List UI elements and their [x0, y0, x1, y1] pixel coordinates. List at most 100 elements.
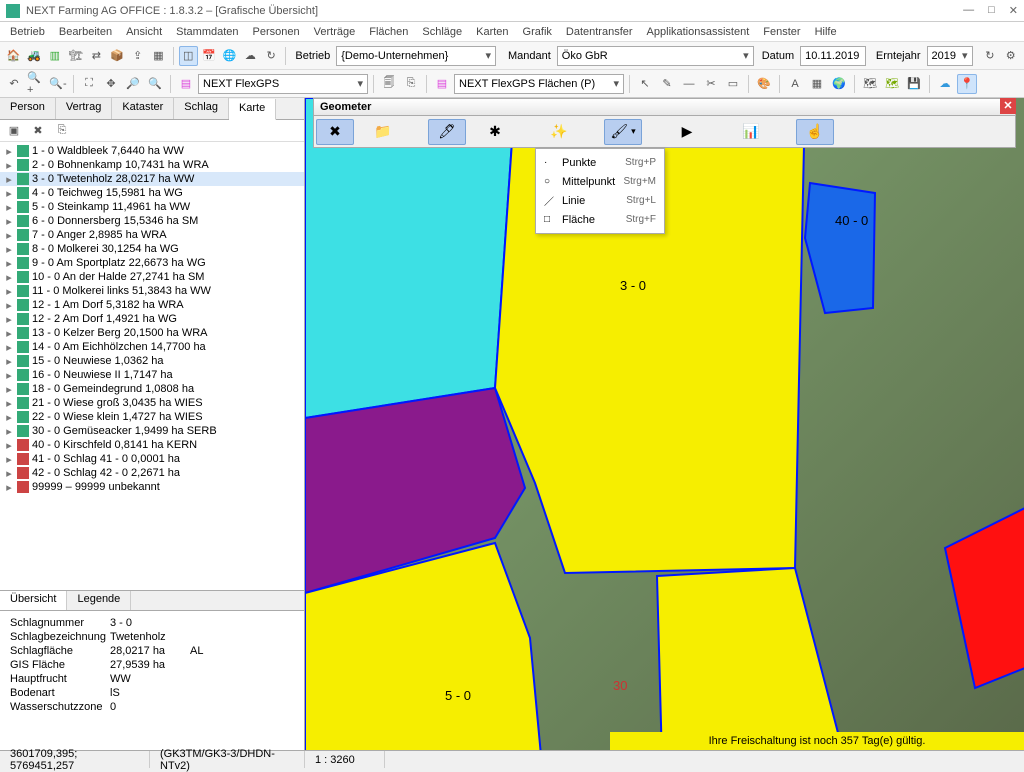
map-canvas[interactable]: 3 - 040 - 05 - 030 Ihre Freischaltung is… — [305, 98, 1024, 750]
tree-item[interactable]: ▸7 - 0 Anger 2,8985 ha WRA — [0, 228, 304, 242]
layer2-dropdown[interactable]: NEXT FlexGPS Flächen (P) — [454, 74, 624, 94]
field-red[interactable] — [945, 508, 1024, 688]
geometer-close-button[interactable]: ✕ — [1000, 98, 1016, 114]
tab-kataster[interactable]: Kataster — [112, 98, 174, 119]
tree-item[interactable]: ▸99999 – 99999 unbekannt — [0, 480, 304, 494]
map1-icon[interactable]: 🗺 — [860, 74, 880, 94]
zoomsel-icon[interactable]: 🔎 — [123, 74, 143, 94]
tree-item[interactable]: ▸30 - 0 Gemüseacker 1,9499 ha SERB — [0, 424, 304, 438]
tree-item[interactable]: ▸16 - 0 Neuwiese II 1,7147 ha — [0, 368, 304, 382]
geo-menu-linie[interactable]: ／LinieStrg+L — [536, 191, 664, 210]
map2-icon[interactable]: 🗺 — [882, 74, 902, 94]
tree-item[interactable]: ▸9 - 0 Am Sportplatz 22,6673 ha WG — [0, 256, 304, 270]
world-icon[interactable]: 🌍 — [829, 74, 849, 94]
tree-item[interactable]: ▸14 - 0 Am Eichhölzchen 14,7700 ha — [0, 340, 304, 354]
delete-icon[interactable]: ✖ — [28, 121, 48, 141]
window-close-button[interactable]: ✕ — [1009, 4, 1018, 17]
color-icon[interactable]: 🎨 — [754, 74, 774, 94]
pointer-icon[interactable]: ✎ — [657, 74, 677, 94]
window-max-button[interactable]: □ — [988, 4, 995, 17]
menu-fenster[interactable]: Fenster — [757, 24, 806, 40]
menu-bearbeiten[interactable]: Bearbeiten — [53, 24, 118, 40]
fullextent-icon[interactable]: ✥ — [101, 74, 121, 94]
window-min-button[interactable]: — — [963, 4, 974, 17]
menu-ansicht[interactable]: Ansicht — [120, 24, 168, 40]
menu-datentransfer[interactable]: Datentransfer — [560, 24, 639, 40]
geo-tool-play[interactable]: ▶ — [668, 119, 706, 145]
box-icon[interactable]: 📦 — [108, 46, 127, 66]
field-tree[interactable]: ▸1 - 0 Waldbleek 7,6440 ha WW▸2 - 0 Bohn… — [0, 142, 304, 590]
menu-betrieb[interactable]: Betrieb — [4, 24, 51, 40]
menu-karten[interactable]: Karten — [470, 24, 514, 40]
legend-tab-übersicht[interactable]: Übersicht — [0, 591, 67, 610]
copy-icon[interactable]: ⎘ — [52, 121, 72, 141]
sync-icon[interactable]: ↻ — [262, 46, 281, 66]
home-icon[interactable]: 🏠 — [4, 46, 23, 66]
geo-tool-folder[interactable]: 📁 — [364, 119, 402, 145]
globe-icon[interactable]: 🌐 — [220, 46, 239, 66]
tree-item[interactable]: ▸13 - 0 Kelzer Berg 20,1500 ha WRA — [0, 326, 304, 340]
geo-tool-hand[interactable]: ☝ — [796, 119, 834, 145]
menu-grafik[interactable]: Grafik — [517, 24, 558, 40]
field-yellow-3[interactable] — [657, 568, 855, 750]
field-40-0[interactable] — [805, 183, 875, 313]
save-icon[interactable]: 💾 — [904, 74, 924, 94]
tree-item[interactable]: ▸11 - 0 Molkerei links 51,3843 ha WW — [0, 284, 304, 298]
tree-item[interactable]: ▸4 - 0 Teichweg 15,5981 ha WG — [0, 186, 304, 200]
export-icon[interactable]: ⇪ — [128, 46, 147, 66]
menu-verträge[interactable]: Verträge — [308, 24, 362, 40]
tree-item[interactable]: ▸5 - 0 Steinkamp 11,4961 ha WW — [0, 200, 304, 214]
layer2-icon[interactable]: ▤ — [432, 74, 452, 94]
marker-icon[interactable]: 📍 — [957, 74, 977, 94]
menu-stammdaten[interactable]: Stammdaten — [170, 24, 244, 40]
search-icon[interactable]: 🔍 — [145, 74, 165, 94]
tree-item[interactable]: ▸21 - 0 Wiese groß 3,0435 ha WIES — [0, 396, 304, 410]
geo-tool-stats[interactable]: 📊 — [732, 119, 770, 145]
line-icon[interactable]: — — [679, 74, 699, 94]
layer-icon[interactable]: ▤ — [176, 74, 196, 94]
datum-input[interactable]: 10.11.2019 — [800, 46, 866, 66]
page-icon[interactable]: 🗐 — [379, 74, 399, 94]
tree-item[interactable]: ▸40 - 0 Kirschfeld 0,8141 ha KERN — [0, 438, 304, 452]
settings-icon[interactable]: ⚙ — [1001, 46, 1020, 66]
tree-item[interactable]: ▸1 - 0 Waldbleek 7,6440 ha WW — [0, 144, 304, 158]
menu-hilfe[interactable]: Hilfe — [809, 24, 843, 40]
field-icon[interactable]: ▥ — [45, 46, 64, 66]
calendar-icon[interactable]: 📅 — [200, 46, 219, 66]
layer1-dropdown[interactable]: NEXT FlexGPS — [198, 74, 368, 94]
undo-icon[interactable]: ↶ — [4, 74, 24, 94]
geo-menu-mittelpunkt[interactable]: ○MittelpunktStrg+M — [536, 172, 664, 191]
tree-item[interactable]: ▸10 - 0 An der Halde 27,2741 ha SM — [0, 270, 304, 284]
tree-item[interactable]: ▸2 - 0 Bohnenkamp 10,7431 ha WRA — [0, 158, 304, 172]
geo-tool-wand[interactable]: 🖊 — [428, 119, 466, 145]
silo-icon[interactable]: 🏗 — [66, 46, 85, 66]
tree-item[interactable]: ▸12 - 2 Am Dorf 1,4921 ha WG — [0, 312, 304, 326]
collapse-icon[interactable]: ▣ — [4, 121, 24, 141]
tree-item[interactable]: ▸6 - 0 Donnersberg 15,5346 ha SM — [0, 214, 304, 228]
zoomout-icon[interactable]: 🔍- — [48, 74, 68, 94]
grid-icon[interactable]: ▦ — [807, 74, 827, 94]
newpage-icon[interactable]: ⎘ — [401, 74, 421, 94]
transfer-icon[interactable]: ⇄ — [87, 46, 106, 66]
geo-menu-fläche[interactable]: □FlächeStrg+F — [536, 210, 664, 229]
tree-item[interactable]: ▸18 - 0 Gemeindegrund 1,0808 ha — [0, 382, 304, 396]
split-view-icon[interactable]: ◫ — [179, 46, 198, 66]
select-icon[interactable]: ↖ — [635, 74, 655, 94]
zoomfit-icon[interactable]: ⛶ — [79, 74, 99, 94]
menu-personen[interactable]: Personen — [247, 24, 306, 40]
tree-item[interactable]: ▸41 - 0 Schlag 41 - 0 0,0001 ha — [0, 452, 304, 466]
mandant-dropdown[interactable]: Öko GbR — [557, 46, 754, 66]
rect-icon[interactable]: ▭ — [723, 74, 743, 94]
text-icon[interactable]: A — [785, 74, 805, 94]
weather-icon[interactable]: ☁ — [935, 74, 955, 94]
geo-tool-draw[interactable]: 🖌 ▾ — [604, 119, 642, 145]
tab-vertrag[interactable]: Vertrag — [56, 98, 112, 119]
tree-item[interactable]: ▸8 - 0 Molkerei 30,1254 ha WG — [0, 242, 304, 256]
geo-tool-1[interactable]: ✖ — [316, 119, 354, 145]
legend-tab-legende[interactable]: Legende — [67, 591, 131, 610]
tab-schlag[interactable]: Schlag — [174, 98, 229, 119]
geo-menu-punkte[interactable]: ·PunkteStrg+P — [536, 153, 664, 172]
tractor-icon[interactable]: 🚜 — [25, 46, 44, 66]
menu-schläge[interactable]: Schläge — [416, 24, 468, 40]
tree-item[interactable]: ▸3 - 0 Twetenholz 28,0217 ha WW — [0, 172, 304, 186]
